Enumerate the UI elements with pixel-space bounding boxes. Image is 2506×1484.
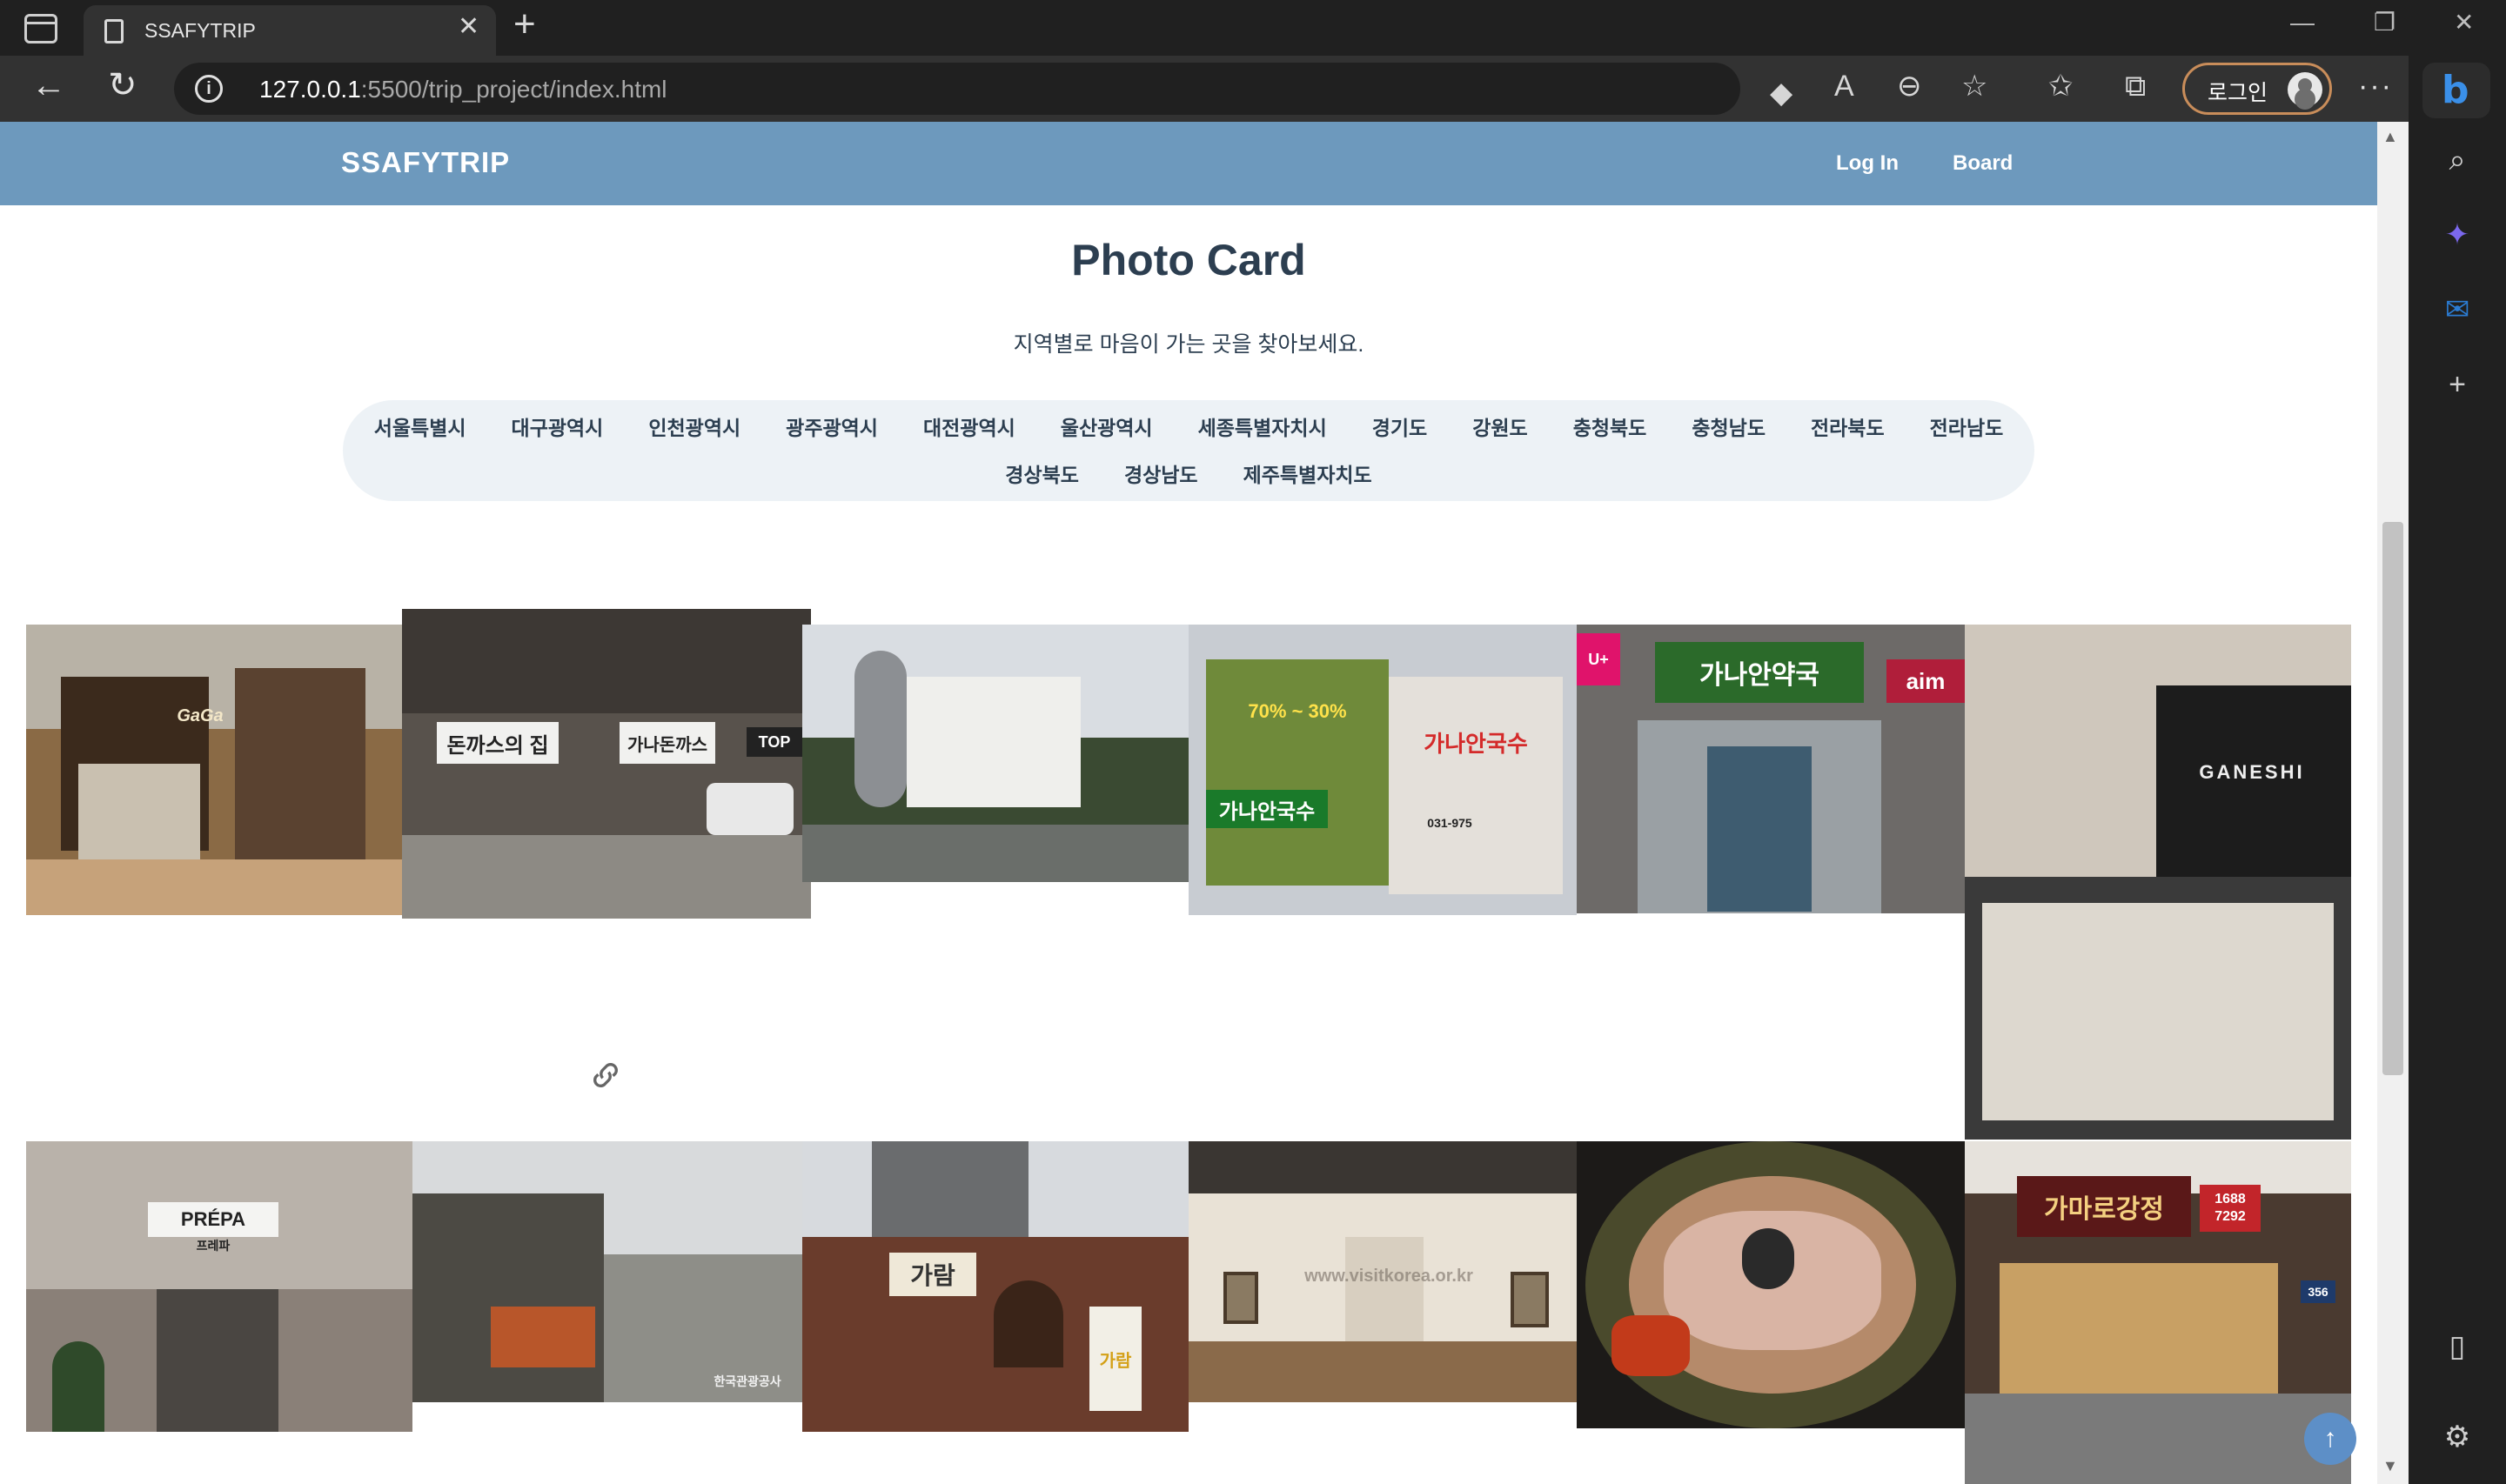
photo-card[interactable]: PRÉPA 프레파: [26, 1141, 412, 1432]
region-gyeongnam[interactable]: 경상남도: [1102, 458, 1221, 492]
tag-icon[interactable]: ◆: [1770, 78, 1792, 108]
store-sign: 가람: [889, 1253, 976, 1296]
store-sign: GANESHI: [2199, 761, 2305, 783]
plus-icon[interactable]: +: [2435, 362, 2480, 407]
store-sign: 돈까스의 집: [437, 722, 559, 764]
edge-sidebar: ⌕ ✦ ✉ + ▯ ⚙: [2409, 56, 2506, 1484]
more-icon[interactable]: ···: [2358, 70, 2393, 104]
region-gwangju[interactable]: 광주광역시: [763, 411, 901, 445]
copilot-icon[interactable]: ✦: [2435, 212, 2480, 257]
region-gyeongbuk[interactable]: 경상북도: [982, 458, 1102, 492]
info-icon[interactable]: i: [195, 75, 223, 103]
close-icon[interactable]: ✕: [2454, 10, 2474, 35]
store-sign: 70% ~ 30%: [1248, 700, 1347, 722]
nav-login-link[interactable]: Log In: [1836, 151, 1899, 176]
brand-logo[interactable]: SSAFYTRIP: [341, 146, 510, 179]
url-text[interactable]: 127.0.0.1:5500/trip_project/index.html: [259, 76, 667, 104]
store-sign: 가나안약국: [1655, 642, 1864, 703]
region-sejong[interactable]: 세종특별자치시: [1176, 411, 1350, 445]
settings-icon[interactable]: ⚙: [2435, 1414, 2480, 1460]
restore-icon[interactable]: ❐: [2374, 10, 2395, 35]
site-header: SSAFYTRIP Log In Board: [0, 122, 2377, 205]
store-sign: aim: [1886, 659, 1965, 703]
region-gangwon[interactable]: 강원도: [1450, 411, 1550, 445]
address-toolbar: ← ↻ i 127.0.0.1:5500/trip_project/index.…: [0, 56, 2506, 122]
photo-card[interactable]: U+ 가나안약국 aim: [1577, 625, 1965, 913]
address-bar[interactable]: i 127.0.0.1:5500/trip_project/index.html…: [174, 63, 1792, 115]
browser-tab[interactable]: SSAFYTRIP ✕: [84, 5, 496, 56]
store-sign: 1688 7292: [2200, 1185, 2261, 1232]
sidebar-panel-icon[interactable]: ▯: [2435, 1324, 2480, 1369]
outlook-icon[interactable]: ✉: [2435, 287, 2480, 332]
region-daegu[interactable]: 대구광역시: [489, 411, 626, 445]
watermark: www.visitkorea.or.kr: [1304, 1266, 1473, 1286]
region-row-1: 서울특별시 대구광역시 인천광역시 광주광역시 대전광역시 울산광역시 세종특별…: [343, 411, 2034, 445]
region-filter: 서울특별시 대구광역시 인천광역시 광주광역시 대전광역시 울산광역시 세종특별…: [343, 400, 2034, 501]
store-sign: 가나안국수: [1424, 730, 1528, 757]
store-sign: 가람: [1089, 1307, 1142, 1411]
photo-card[interactable]: GANESHI: [1965, 625, 2351, 1140]
region-gyeonggi[interactable]: 경기도: [1350, 411, 1450, 445]
street-number: 356: [2301, 1280, 2335, 1303]
region-chungbuk[interactable]: 충청북도: [1551, 411, 1670, 445]
photo-card[interactable]: www.visitkorea.or.kr: [1189, 1141, 1577, 1402]
refresh-icon[interactable]: ↻: [108, 68, 137, 103]
region-chungnam[interactable]: 충청남도: [1669, 411, 1788, 445]
avatar: [2288, 72, 2322, 107]
store-sign: U+: [1577, 633, 1620, 685]
collections-icon[interactable]: ⧉: [2125, 71, 2146, 101]
photo-card[interactable]: 가람 가람: [802, 1141, 1189, 1432]
photo-card[interactable]: 돈까스의 집 가나돈까스 TOP: [402, 609, 811, 919]
region-row-2: 경상북도 경상남도 제주특별자치도: [343, 458, 2034, 492]
back-icon[interactable]: ←: [31, 68, 66, 103]
page-viewport: SSAFYTRIP Log In Board Photo Card 지역별로 마…: [0, 122, 2377, 1484]
page-title: Photo Card: [1071, 236, 1306, 284]
profile-label: 로그인: [2208, 81, 2268, 105]
scrollbar-thumb[interactable]: [2382, 522, 2403, 1075]
store-sign: 031-975: [1427, 816, 1472, 830]
region-ulsan[interactable]: 울산광역시: [1038, 411, 1176, 445]
favorites-icon[interactable]: ✩: [2048, 71, 2074, 101]
region-jeju[interactable]: 제주특별자치도: [1221, 458, 1395, 492]
store-sign: 가나돈까스: [620, 722, 715, 764]
tab-title: SSAFYTRIP: [144, 19, 256, 42]
page-subtitle: 지역별로 마음이 가는 곳을 찾아보세요.: [1013, 332, 1364, 357]
zoom-out-icon[interactable]: ⊖: [1897, 71, 1922, 101]
profile-button[interactable]: 로그인: [2182, 63, 2332, 115]
page-icon: [104, 19, 124, 43]
minimize-icon[interactable]: —: [2290, 10, 2315, 35]
bing-icon[interactable]: b: [2422, 63, 2490, 118]
arrow-up-icon[interactable]: ↑: [2304, 1413, 2356, 1465]
browser-tab-bar: SSAFYTRIP ✕ + — ❐ ✕: [0, 0, 2506, 56]
region-daejeon[interactable]: 대전광역시: [901, 411, 1038, 445]
store-sign: 프레파: [196, 1239, 231, 1253]
region-incheon[interactable]: 인천광역시: [626, 411, 763, 445]
watermark: 한국관광공사: [714, 1374, 781, 1388]
close-icon[interactable]: ✕: [458, 14, 479, 40]
region-seoul[interactable]: 서울특별시: [352, 411, 489, 445]
store-sign: 가마로강정: [2017, 1176, 2191, 1237]
store-sign: TOP: [747, 727, 802, 757]
plus-icon[interactable]: +: [513, 5, 536, 43]
search-icon[interactable]: ⌕: [2435, 137, 2480, 183]
store-sign: 가나안국수: [1206, 790, 1328, 828]
region-jeonbuk[interactable]: 전라북도: [1788, 411, 1907, 445]
store-sign: PRÉPA: [148, 1202, 278, 1237]
store-sign: GaGa: [177, 705, 224, 725]
region-jeonnam[interactable]: 전라남도: [1907, 411, 2027, 445]
photo-card[interactable]: 한국관광공사: [412, 1141, 802, 1402]
read-aloud-icon[interactable]: A: [1834, 71, 1854, 101]
scroll-up-icon[interactable]: ▲: [2382, 129, 2398, 144]
photo-card[interactable]: [802, 625, 1189, 882]
link-icon[interactable]: [588, 1058, 623, 1093]
photo-card[interactable]: [1577, 1141, 1965, 1428]
sidebar-toggle-icon[interactable]: [24, 14, 57, 43]
scroll-down-icon[interactable]: ▼: [2382, 1458, 2398, 1474]
photo-card[interactable]: GaGa: [26, 625, 402, 915]
photo-card[interactable]: 가마로강정 1688 7292 356: [1965, 1141, 2351, 1484]
nav-board-link[interactable]: Board: [1953, 151, 2013, 176]
add-favorite-icon[interactable]: ☆: [1961, 71, 1987, 101]
photo-card[interactable]: 70% ~ 30% 가나안국수 가나안국수 031-975: [1189, 625, 1577, 915]
